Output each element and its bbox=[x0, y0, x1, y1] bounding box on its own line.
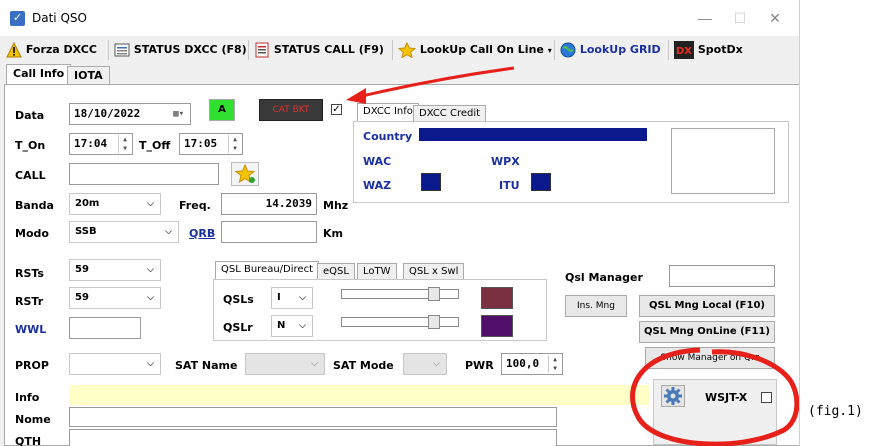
qso-window: ✓ Dati QSO — ☐ ✕ Forza DXCC STATUS DXCC … bbox=[0, 0, 800, 446]
annotation-ellipse bbox=[630, 347, 799, 446]
figure-caption: (fig.1) bbox=[808, 404, 863, 419]
annotation-circle bbox=[630, 347, 799, 446]
